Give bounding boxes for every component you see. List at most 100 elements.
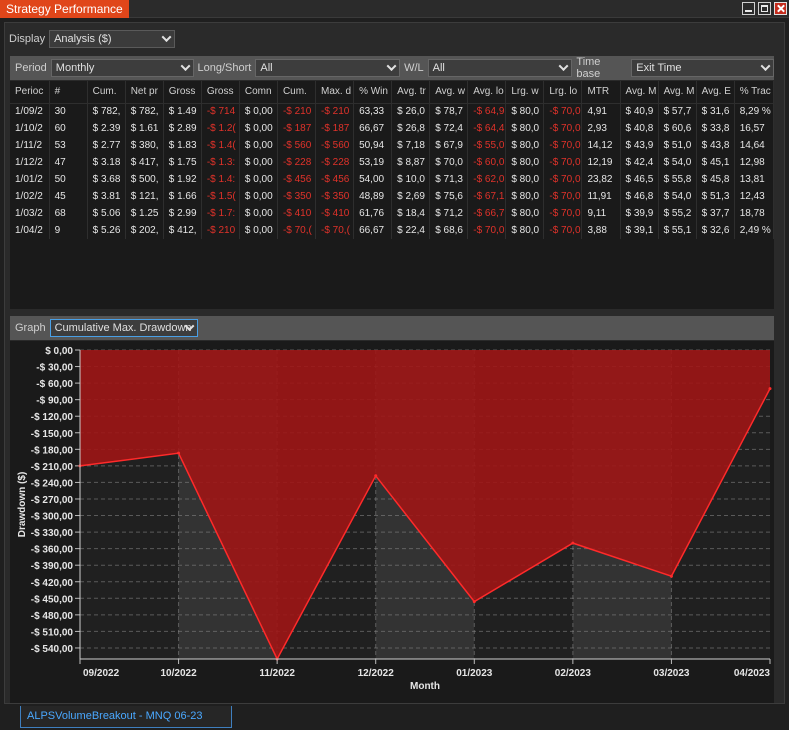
table-cell: -$ 70,0: [543, 188, 583, 205]
y-tick-label: -$ 60,00: [36, 379, 73, 390]
period-label: Period: [15, 62, 47, 74]
table-cell: $ 1.49: [163, 103, 202, 120]
table-cell: $ 42,4: [620, 154, 659, 171]
table-cell: -$ 210: [201, 222, 240, 239]
chevron-down-icon: [180, 61, 190, 72]
table-row[interactable]: 1/01/2 50 $ 3.68 $ 500, $ 1.92 -$ 1.4: $ 0,00-…: [10, 171, 775, 188]
strategy-tab[interactable]: ALPSVolumeBreakout - MNQ 06-23: [20, 706, 232, 728]
table-cell: -$ 350: [277, 188, 317, 205]
y-tick-label: -$ 210,00: [31, 462, 74, 473]
display-select-value: Analysis ($): [54, 33, 112, 45]
close-button[interactable]: [774, 2, 787, 15]
column-header[interactable]: % Trac: [734, 81, 775, 104]
table-row[interactable]: 1/10/2 60 $ 2.39 $ 1.61 $ 2.89 -$ 1.2($ 0,00-…: [10, 120, 775, 137]
column-header[interactable]: Avg. M: [658, 81, 697, 104]
table-cell: -$ 714: [201, 103, 240, 120]
column-header[interactable]: Avg. M: [620, 81, 659, 104]
table-row[interactable]: 1/04/2 9 $ 5.26 $ 202, $ 412, -$ 210 $ 0,00 -$ …: [10, 222, 775, 239]
table-cell: 60: [49, 120, 88, 137]
table-cell: 68: [49, 205, 88, 222]
table-cell: $ 121,: [125, 188, 164, 205]
table-row[interactable]: 1/02/2 45 $ 3.81 $ 121, $ 1.66 -$ 1.5($ 0,00-…: [10, 188, 775, 205]
period-select[interactable]: Monthly: [50, 59, 194, 77]
table-cell: $ 1.61: [125, 120, 164, 137]
column-header[interactable]: Avg. lo: [467, 81, 507, 104]
y-tick-label: -$ 330,00: [31, 528, 74, 539]
table-cell: $ 782,: [87, 103, 126, 120]
y-tick-label: -$ 480,00: [31, 611, 74, 622]
column-header[interactable]: #: [49, 81, 88, 104]
table-cell: $ 5.26: [87, 222, 126, 239]
table-cell: $ 1.66: [163, 188, 202, 205]
filter-bar: Period Monthly Long/Short All W/L All Ti…: [10, 56, 774, 80]
table-cell: -$ 410: [277, 205, 317, 222]
table-cell: 4,91: [581, 103, 621, 120]
column-header[interactable]: % Win: [353, 81, 393, 104]
column-header[interactable]: Net pr: [125, 81, 164, 104]
column-header[interactable]: Perioc: [10, 81, 50, 104]
table-cell: 63,33: [353, 103, 393, 120]
table-cell: 1/01/2: [10, 171, 50, 188]
table-cell: -$ 560: [277, 137, 317, 154]
table-cell: 1/09/2: [10, 103, 50, 120]
table-cell: -$ 456: [277, 171, 317, 188]
table-cell: 1/10/2: [10, 120, 50, 137]
table-cell: $ 57,7: [658, 103, 697, 120]
table-cell: -$ 210: [277, 103, 317, 120]
timebase-select[interactable]: Exit Time: [631, 59, 774, 77]
maximize-button[interactable]: [758, 2, 771, 15]
table-cell: 14,64: [734, 137, 775, 154]
column-header[interactable]: MTR: [581, 81, 621, 104]
window-controls: [742, 2, 787, 15]
table-cell: $ 18,4: [391, 205, 431, 222]
column-header[interactable]: Lrg. lo: [543, 81, 583, 104]
table-row[interactable]: 1/11/2 53 $ 2.77 $ 380, $ 1.83 -$ 1.4($ 0,00-…: [10, 137, 775, 154]
column-header[interactable]: Gross: [163, 81, 202, 104]
table-row[interactable]: 1/03/2 68 $ 5.06 $ 1.25 $ 2.99 -$ 1.7: $ 0,00-…: [10, 205, 775, 222]
graph-select[interactable]: Cumulative Max. Drawdown: [49, 319, 198, 337]
column-header[interactable]: Cum.: [87, 81, 126, 104]
graph-label: Graph: [15, 322, 46, 334]
x-axis-title: Month: [410, 681, 440, 692]
table-cell: 16,57: [734, 120, 775, 137]
table-cell: -$ 70,0: [543, 222, 583, 239]
table-cell: 13,81: [734, 171, 775, 188]
data-point: [571, 541, 575, 545]
minimize-button[interactable]: [742, 2, 755, 15]
table-cell: 45: [49, 188, 88, 205]
table-row[interactable]: 1/09/2 30 $ 782, $ 782, $ 1.49 -$ 714 $ 0,00 -$…: [10, 103, 775, 120]
column-header[interactable]: Avg. w: [429, 81, 469, 104]
table-cell: -$ 70,0: [543, 120, 583, 137]
table-cell: $ 68,6: [429, 222, 469, 239]
column-header[interactable]: Gross: [201, 81, 240, 104]
table-cell: -$ 60,0: [467, 154, 507, 171]
wl-select[interactable]: All: [427, 59, 573, 77]
table-cell: $ 1.83: [163, 137, 202, 154]
table-cell: -$ 456: [315, 171, 355, 188]
table-cell: 53,19: [353, 154, 393, 171]
y-tick-label: -$ 300,00: [31, 512, 74, 523]
table-cell: $ 0,00: [239, 205, 278, 222]
table-cell: $ 80,0: [505, 120, 545, 137]
column-header[interactable]: Lrg. w: [505, 81, 545, 104]
column-header[interactable]: Avg. E: [696, 81, 735, 104]
drawdown-chart: $ 0,00 -$ 30,00 -$ 60,00 -$ 90,00 -$ 120,00 -…: [10, 341, 774, 703]
table-cell: $ 45,8: [696, 171, 735, 188]
display-select[interactable]: Analysis ($): [49, 30, 176, 48]
column-header[interactable]: Comn: [239, 81, 278, 104]
table-row[interactable]: 1/12/2 47 $ 3.18 $ 417, $ 1.75 -$ 1.3: $ 0,00-…: [10, 154, 775, 171]
table-cell: 2,93: [581, 120, 621, 137]
column-header[interactable]: Max. d: [315, 81, 355, 104]
table-cell: -$ 67,1: [467, 188, 507, 205]
table-cell: 1/02/2: [10, 188, 50, 205]
data-point: [669, 574, 673, 578]
column-header[interactable]: Cum.: [277, 81, 317, 104]
table-cell: 1/04/2: [10, 222, 50, 239]
longshort-select[interactable]: All: [255, 59, 401, 77]
column-header[interactable]: Avg. tr: [391, 81, 431, 104]
table-cell: -$ 228: [277, 154, 317, 171]
table-cell: $ 7,18: [391, 137, 431, 154]
table-body: 1/09/2 30 $ 782, $ 782, $ 1.49 -$ 714 $ 0,00 -$…: [10, 103, 775, 239]
y-tick-label: -$ 390,00: [31, 561, 74, 572]
table-cell: 12,19: [581, 154, 621, 171]
